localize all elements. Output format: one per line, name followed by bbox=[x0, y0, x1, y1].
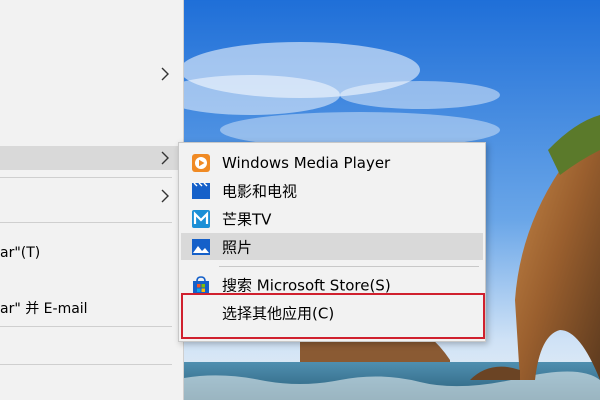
submenu-item-label: 选择其他应用(C) bbox=[222, 304, 335, 322]
submenu-item-choose-other-app[interactable]: 选择其他应用(C) bbox=[181, 299, 483, 326]
parent-menu-item-quote-t[interactable]: ar"(T) bbox=[0, 241, 183, 265]
parent-context-menu: ar"(T) ar" 并 E-mail bbox=[0, 0, 184, 400]
microsoft-store-icon bbox=[193, 276, 209, 294]
menu-separator bbox=[0, 364, 172, 365]
submenu-item-label: 芒果TV bbox=[222, 210, 272, 228]
photos-icon bbox=[192, 239, 210, 255]
menu-separator bbox=[0, 222, 172, 223]
parent-menu-submenu-row-1[interactable] bbox=[0, 62, 183, 86]
parent-menu-item-label: ar" 并 E-mail bbox=[0, 301, 88, 317]
chevron-right-icon bbox=[161, 151, 169, 165]
windows-media-player-icon bbox=[192, 154, 210, 172]
menu-separator bbox=[0, 177, 172, 178]
chevron-right-icon bbox=[161, 67, 169, 81]
parent-menu-open-with-row[interactable] bbox=[0, 146, 183, 170]
submenu-item-mango-tv[interactable]: 芒果TV bbox=[181, 205, 483, 232]
submenu-item-windows-media-player[interactable]: Windows Media Player bbox=[181, 149, 483, 176]
submenu-item-search-store[interactable]: 搜索 Microsoft Store(S) bbox=[181, 271, 483, 298]
submenu-item-label: 搜索 Microsoft Store(S) bbox=[222, 276, 391, 294]
parent-menu-item-quote-email[interactable]: ar" 并 E-mail bbox=[0, 296, 183, 320]
submenu-item-movies-tv[interactable]: 电影和电视 bbox=[181, 177, 483, 204]
submenu-item-label: 照片 bbox=[222, 238, 253, 256]
mango-tv-icon bbox=[192, 210, 210, 228]
menu-separator bbox=[219, 266, 479, 267]
submenu-item-photos[interactable]: 照片 bbox=[181, 233, 483, 260]
parent-menu-item-label: ar"(T) bbox=[0, 245, 41, 261]
open-with-submenu: Windows Media Player 电影和电视 芒果TV 照片 搜索 Mi… bbox=[178, 142, 486, 342]
menu-separator bbox=[0, 326, 172, 327]
parent-menu-submenu-row-3[interactable] bbox=[0, 184, 183, 208]
movies-tv-icon bbox=[192, 182, 210, 199]
submenu-item-label: Windows Media Player bbox=[222, 153, 391, 172]
chevron-right-icon bbox=[161, 189, 169, 203]
submenu-item-label: 电影和电视 bbox=[222, 182, 298, 200]
